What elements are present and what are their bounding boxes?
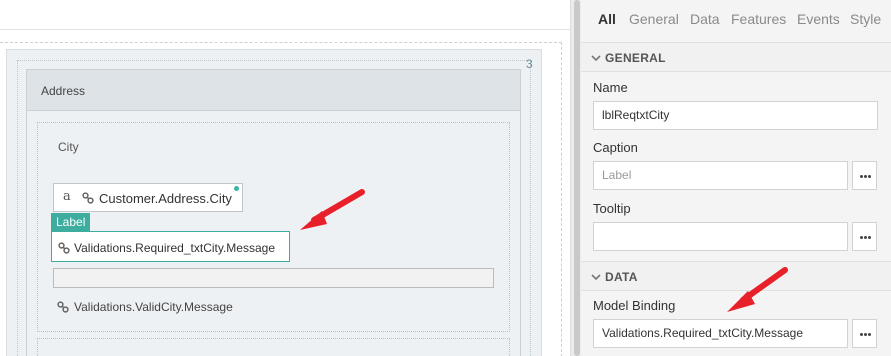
caption-label: Caption: [593, 140, 638, 155]
input-binding-text: Customer.Address.City: [99, 191, 232, 206]
tab-events[interactable]: Events: [797, 11, 840, 27]
canvas-top-strip: [0, 0, 570, 30]
properties-tabs: All General Data Features Events Style: [581, 0, 891, 38]
caption-input[interactable]: Label: [593, 161, 848, 190]
selected-label-widget[interactable]: Validations.Required_txtCity.Message: [51, 231, 290, 262]
tooltip-expression-button[interactable]: [852, 222, 877, 251]
model-binding-input[interactable]: Validations.Required_txtCity.Message: [593, 319, 848, 348]
dots-icon: [860, 175, 863, 178]
input-type-icon: a: [63, 189, 71, 204]
link-icon: [82, 192, 94, 207]
section-title: Address: [41, 84, 86, 98]
model-binding-expression-button[interactable]: [852, 319, 877, 348]
column-number: 3: [526, 57, 533, 71]
label-binding-text: Validations.Required_txtCity.Message: [74, 241, 275, 255]
canvas-scrollbar[interactable]: [574, 0, 580, 356]
tooltip-input[interactable]: [593, 222, 848, 251]
chevron-down-icon: [591, 271, 601, 285]
tab-all[interactable]: All: [598, 11, 616, 27]
tooltip-label: Tooltip: [593, 201, 631, 216]
name-input[interactable]: lblReqtxtCity: [593, 101, 878, 130]
name-label: Name: [593, 80, 628, 95]
status-dot: [234, 186, 239, 191]
data-group-title: DATA: [605, 270, 638, 284]
general-group-title: GENERAL: [605, 51, 666, 65]
properties-panel: All General Data Features Events Style G…: [581, 0, 891, 356]
tab-style[interactable]: Style: [850, 11, 881, 27]
tab-general[interactable]: General: [629, 11, 679, 27]
valid-city-binding-text: Validations.ValidCity.Message: [74, 300, 233, 314]
arrow-annotation: [727, 267, 788, 312]
dots-icon: [860, 333, 863, 336]
city-label: City: [58, 140, 79, 154]
city-input-widget[interactable]: a Customer.Address.City: [53, 183, 243, 212]
model-binding-label: Model Binding: [593, 298, 676, 313]
link-icon: [58, 242, 70, 257]
tab-features[interactable]: Features: [731, 11, 786, 27]
tab-data[interactable]: Data: [690, 11, 720, 27]
widget-type-tag: Label: [51, 213, 91, 231]
caption-expression-button[interactable]: [852, 161, 877, 190]
general-group-header[interactable]: GENERAL: [581, 42, 891, 72]
next-block[interactable]: [37, 338, 510, 356]
arrow-annotation: [300, 189, 365, 230]
empty-placeholder-bar[interactable]: [53, 268, 494, 288]
designer-canvas[interactable]: 3 Address City a Customer.Address.City L…: [0, 0, 570, 356]
address-section-header[interactable]: Address: [26, 69, 521, 111]
link-icon: [57, 301, 69, 316]
chevron-down-icon: [591, 52, 601, 66]
dots-icon: [860, 236, 863, 239]
